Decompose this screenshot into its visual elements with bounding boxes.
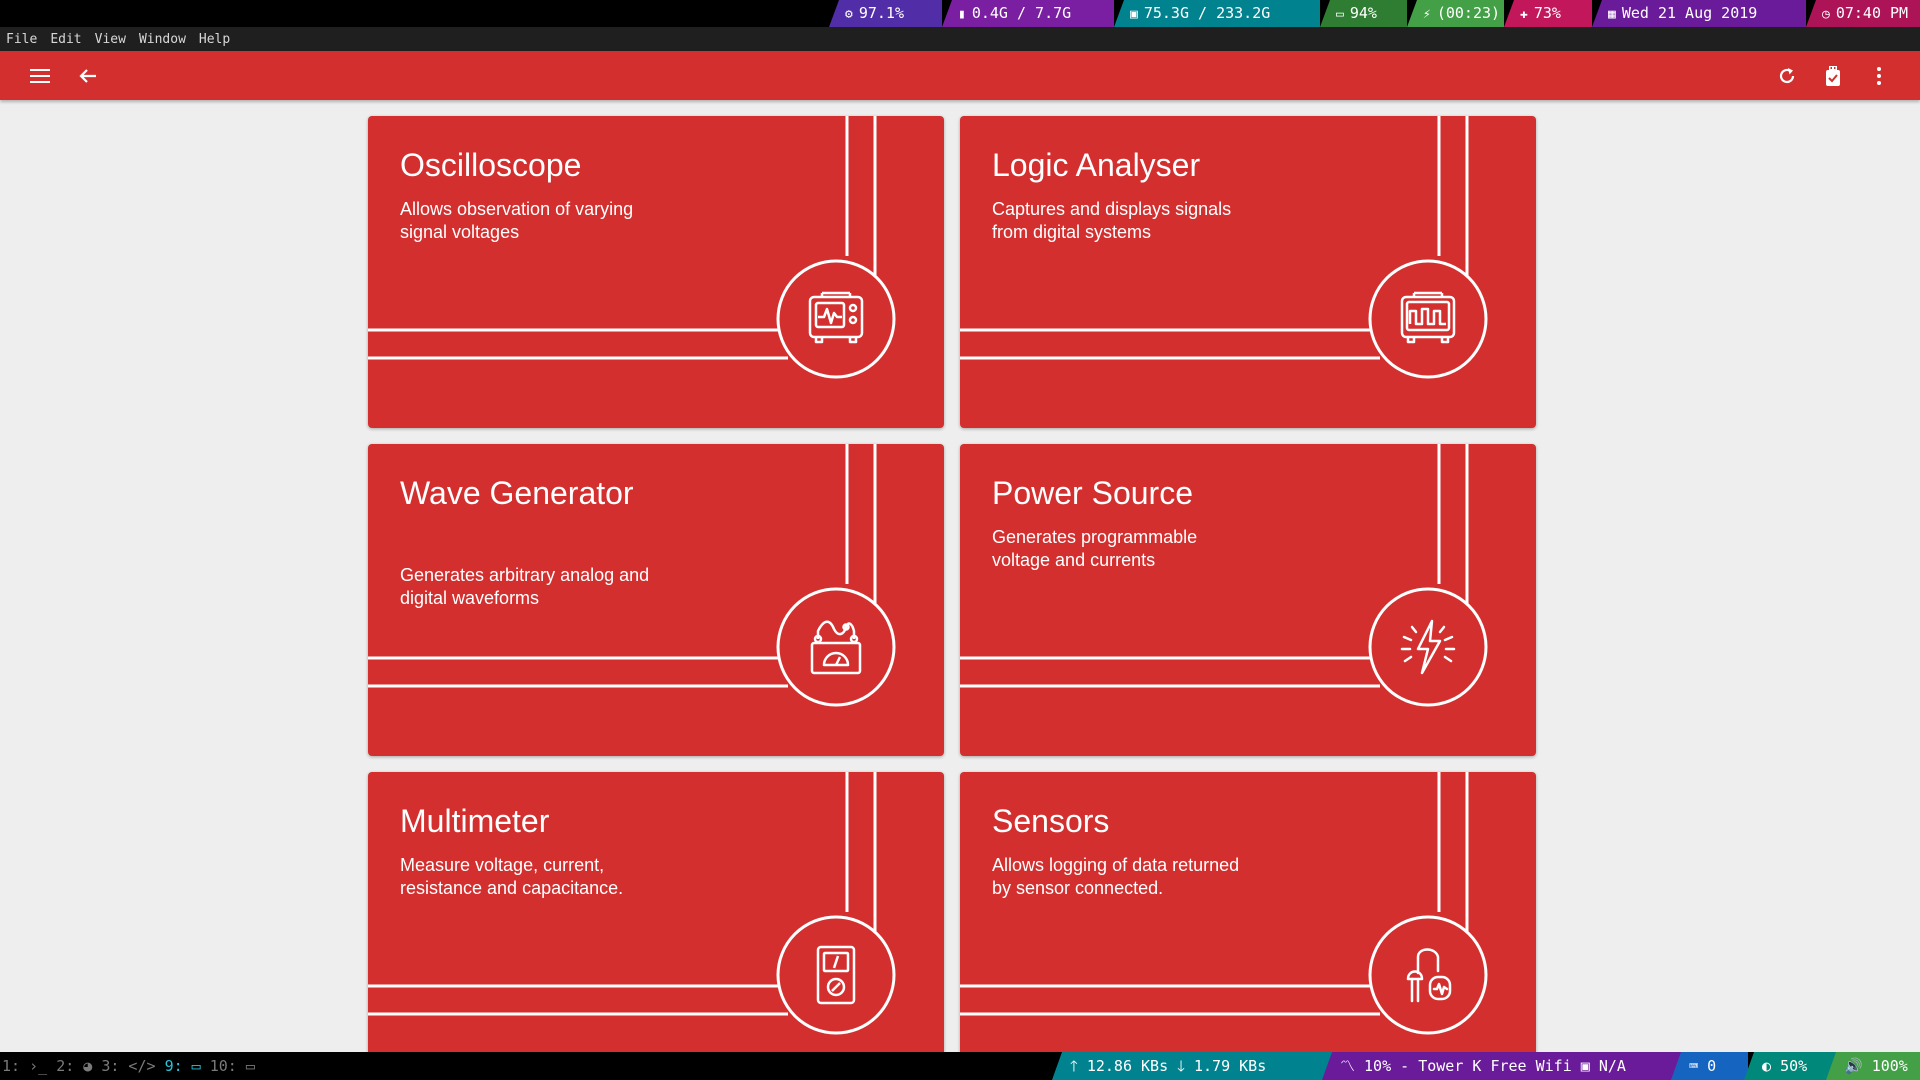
cpu-status: ⚙ 97.1% [829, 0, 942, 27]
card-description: Generates programmable voltage and curre… [992, 527, 1198, 570]
clock-icon: ◷ [1822, 7, 1830, 22]
calendar-icon: ▦ [1608, 7, 1616, 22]
brightness-icon: ✚ [1520, 7, 1528, 22]
card-logic-analyser[interactable]: Logic Analyser Captures and displays sig… [960, 116, 1536, 428]
menu-window[interactable]: Window [139, 32, 186, 47]
multimeter-icon [816, 945, 856, 1005]
charge-status: ⚡ (00:23) [1407, 0, 1504, 27]
sensors-icon [1406, 948, 1452, 1003]
bottom-status-bar: 1: ›_ 2: ◕ 3: </> 9: ▭ 10: ▭ 🡑 12.86 KBs… [0, 1052, 1920, 1080]
workspace-3[interactable]: 3: [101, 1057, 119, 1075]
upload-icon: 🡑 [1070, 1057, 1087, 1075]
menu-file[interactable]: File [6, 32, 37, 47]
menu-edit[interactable]: Edit [50, 32, 81, 47]
logic-analyser-icon [1400, 291, 1456, 344]
workspace-list: 1: ›_ 2: ◕ 3: </> 9: ▭ 10: ▭ [0, 1052, 255, 1080]
download-icon: 🡓 [1177, 1057, 1194, 1075]
usb-device-icon[interactable] [1820, 63, 1846, 89]
keyboard-icon: ⌨ [1689, 1057, 1708, 1075]
brightness-status: ✚ 73% [1504, 0, 1592, 27]
battery-status: ▭ 94% [1320, 0, 1407, 27]
disk-status: ▣ 75.3G / 233.2G [1114, 0, 1320, 27]
wifi-icon: 〽 [1340, 1057, 1365, 1075]
card-description: Generates arbitrary analog and digital w… [400, 565, 650, 608]
card-title: Wave Generator [400, 475, 634, 511]
ethernet-icon: ▣ [1580, 1057, 1599, 1075]
card-multimeter[interactable]: Multimeter Measure voltage, current, res… [368, 772, 944, 1052]
card-description: Measure voltage, current, resistance and… [400, 855, 624, 898]
workspace-2[interactable]: 2: [56, 1057, 74, 1075]
card-title: Power Source [992, 475, 1193, 511]
workspace-10[interactable]: 10: [210, 1057, 237, 1075]
card-power-source[interactable]: Power Source Generates programmable volt… [960, 444, 1536, 756]
disk-icon: ▣ [1130, 7, 1138, 22]
card-title: Oscilloscope [400, 147, 582, 183]
arrow-left-icon[interactable] [75, 63, 101, 89]
oscilloscope-icon [808, 291, 864, 344]
volume-icon: 🔊 [1844, 1057, 1872, 1075]
network-speed-status: 🡑 12.86 KBs 🡓 1.79 KBs [1052, 1052, 1342, 1080]
memory-icon: ▮ [958, 7, 966, 22]
cpu-icon: ⚙ [845, 7, 853, 22]
hamburger-icon[interactable] [27, 63, 53, 89]
code-icon: </> [119, 1057, 165, 1075]
card-wave-generator[interactable]: Wave Generator Generates arbitrary analo… [368, 444, 944, 756]
wifi-status: 〽 10% - Tower K Free Wifi ▣ N/A [1322, 1052, 1681, 1080]
more-vert-icon[interactable] [1866, 63, 1892, 89]
refresh-icon[interactable] [1774, 63, 1800, 89]
memory-status: ▮ 0.4G / 7.7G [942, 0, 1114, 27]
card-description: Allows logging of data returned by senso… [992, 855, 1240, 898]
time-status: ◷ 07:40 PM [1806, 0, 1920, 27]
card-description: Allows observation of varying signal vol… [400, 199, 634, 242]
card-title: Logic Analyser [992, 147, 1201, 183]
battery-icon: ▭ [1336, 7, 1344, 22]
instrument-grid: Oscilloscope Allows observation of varyi… [0, 100, 1920, 1052]
monitor-icon: ▭ [236, 1057, 255, 1075]
terminal-icon: ›_ [20, 1057, 57, 1075]
card-title: Sensors [992, 803, 1110, 839]
plug-icon: ⚡ [1423, 7, 1431, 22]
card-sensors[interactable]: Sensors Allows logging of data returned … [960, 772, 1536, 1052]
display-icon: ◐ [1762, 1057, 1781, 1075]
card-description: Captures and displays signals from digit… [992, 199, 1232, 242]
card-oscilloscope[interactable]: Oscilloscope Allows observation of varyi… [368, 116, 944, 428]
card-title: Multimeter [400, 803, 550, 839]
top-status-bar: ⚙ 97.1% ▮ 0.4G / 7.7G ▣ 75.3G / 233.2G ▭ 94%… [0, 0, 1920, 27]
date-status: ▦ Wed 21 Aug 2019 [1592, 0, 1806, 27]
display-status: ◐ 50% [1744, 1052, 1836, 1080]
power-source-icon [1400, 619, 1456, 675]
browser-icon: ◕ [74, 1057, 102, 1075]
keyboard-status: ⌨ 0 [1671, 1052, 1748, 1080]
workspace-9[interactable]: 9: [165, 1057, 183, 1075]
app-toolbar [0, 51, 1920, 100]
workspace-1[interactable]: 1: [2, 1057, 20, 1075]
menu-help[interactable]: Help [199, 32, 230, 47]
wave-generator-icon [810, 620, 862, 675]
monitor-icon: ▭ [182, 1057, 210, 1075]
menu-view[interactable]: View [95, 32, 126, 47]
volume-status: 🔊 100% [1826, 1052, 1920, 1080]
menubar: File Edit View Window Help [0, 27, 1920, 51]
